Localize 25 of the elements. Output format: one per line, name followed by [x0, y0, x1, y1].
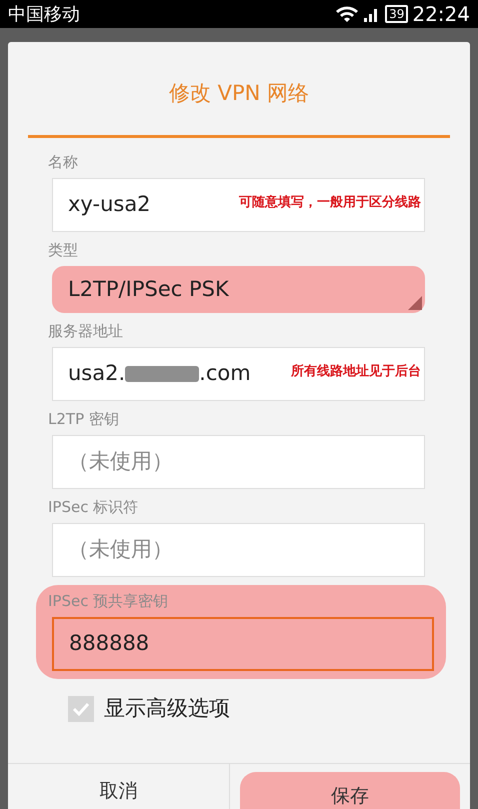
- input-field[interactable]: （未使用）: [52, 435, 425, 489]
- dialog-title: 修改 VPN 网络: [168, 81, 310, 105]
- checkbox[interactable]: [68, 696, 94, 722]
- battery-level: 39: [385, 5, 408, 23]
- checkbox-label: 显示高级选项: [104, 695, 230, 722]
- save-button[interactable]: 保存: [240, 772, 460, 809]
- field-label: IPSec 标识符: [48, 497, 140, 517]
- wifi-icon: [335, 5, 360, 23]
- carrier-name: 中国移动: [8, 2, 80, 26]
- annotation-text: 可随意填写，一般用于区分线路: [239, 194, 421, 212]
- type-dropdown[interactable]: L2TP/IPSec PSK: [52, 266, 425, 313]
- field-label: 名称: [48, 152, 79, 172]
- input-field[interactable]: xy-usa2 可随意填写，一般用于区分线路: [52, 178, 425, 232]
- input-field[interactable]: usa2. .com 所有线路地址见于后台: [52, 347, 425, 401]
- field-label: IPSec 预共享密钥: [48, 591, 170, 611]
- field-label: L2TP 密钥: [48, 409, 120, 429]
- field-label: 服务器地址: [48, 321, 124, 341]
- cancel-button[interactable]: 取消: [8, 764, 230, 809]
- dropdown-corner-icon: [408, 296, 422, 310]
- clock: 22:24: [412, 1, 470, 28]
- input-field[interactable]: 888888: [52, 617, 434, 671]
- field-label: 类型: [48, 240, 79, 260]
- check-icon: [72, 702, 90, 716]
- input-field[interactable]: （未使用）: [52, 523, 425, 577]
- annotation-text: 所有线路地址见于后台: [291, 362, 421, 381]
